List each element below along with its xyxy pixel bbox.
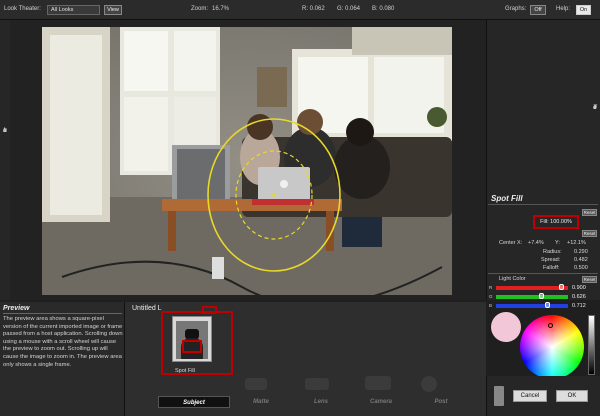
top-toolbar: Look Theater: All Looks View Zoom: 16.7%…	[0, 0, 600, 20]
spot-icon-highlight	[182, 340, 202, 353]
help-toggle[interactable]: On	[576, 5, 591, 15]
fill-value[interactable]: Fill: 100.00%	[533, 215, 579, 229]
image-viewer[interactable]	[10, 20, 486, 300]
center-y-value[interactable]: +12.1%	[567, 240, 586, 246]
graphs-label: Graphs:	[505, 6, 527, 12]
post-icon	[421, 376, 437, 392]
color-reset-button[interactable]: Reset	[582, 276, 597, 283]
light-color-swatch[interactable]	[491, 312, 521, 342]
spread-value[interactable]: 0.482	[574, 257, 588, 263]
tab-subject[interactable]: Subject	[158, 396, 230, 408]
tab-camera[interactable]: Camera	[352, 396, 410, 408]
center-x-value[interactable]: +7.4%	[528, 240, 544, 246]
slider-value-r[interactable]: 0.900	[572, 285, 586, 291]
zoom-value: 16.7%	[212, 6, 230, 12]
slider-row-b: B 0.712	[488, 302, 598, 309]
camera-icon	[365, 376, 391, 390]
slider-track-g[interactable]	[496, 295, 568, 299]
spot-fill-tool-card[interactable]	[172, 316, 212, 362]
tab-post[interactable]: Post	[412, 396, 470, 408]
spot-center-handle	[272, 193, 276, 197]
slider-track-b[interactable]	[496, 304, 568, 308]
looks-side-tab[interactable]: L o o k s	[0, 20, 10, 300]
divider	[488, 204, 598, 205]
help-text: The preview area shows a square-pixel ve…	[3, 316, 123, 368]
r-readout: R: 0.062	[302, 6, 325, 12]
slider-knob-r[interactable]	[558, 284, 564, 290]
slider-row-r: R 0.900	[488, 284, 598, 291]
color-wheel-handle[interactable]	[548, 323, 553, 328]
spread-label: Spread:	[541, 257, 561, 263]
slider-knob-b[interactable]	[545, 302, 551, 308]
tab-matte[interactable]: Matte	[232, 396, 290, 408]
slider-value-g[interactable]: 0.626	[572, 294, 586, 300]
trash-icon[interactable]	[494, 386, 504, 406]
view-button[interactable]: View	[104, 5, 122, 15]
center-y-label: Y:	[555, 240, 560, 246]
radius-label: Radius:	[543, 249, 562, 255]
zoom-label: Zoom:	[191, 6, 209, 12]
tools-letter: s	[593, 105, 597, 111]
slider-channel-letter: G	[489, 294, 493, 299]
falloff-value[interactable]: 0.500	[574, 265, 588, 271]
preview-photo[interactable]	[42, 27, 452, 295]
matte-icon	[245, 378, 267, 390]
divider	[488, 273, 598, 274]
slider-channel-letter: B	[489, 303, 493, 308]
light-color-label: Light Color	[499, 276, 526, 282]
tab-lens[interactable]: Lens	[292, 396, 350, 408]
slider-row-g: G 0.626	[488, 293, 598, 300]
look-theater-select[interactable]: All Looks	[47, 5, 100, 15]
help-panel: Preview The preview area shows a square-…	[0, 302, 125, 416]
divider	[3, 313, 122, 314]
g-readout: G: 0.064	[337, 6, 361, 12]
slider-knob-g[interactable]	[539, 293, 545, 299]
lens-icon	[305, 378, 329, 390]
falloff-label: Falloff:	[543, 265, 560, 271]
slider-track-r[interactable]	[496, 286, 568, 290]
tool-card-caption: Spot Fill	[175, 368, 195, 374]
looks-letter: s	[3, 128, 7, 134]
help-title: Preview	[3, 305, 30, 312]
geometry-reset-button[interactable]: Reset	[582, 230, 597, 237]
center-x-label: Center X:	[499, 240, 523, 246]
brightness-slider[interactable]	[588, 315, 595, 375]
graphs-toggle[interactable]: Off	[530, 5, 546, 15]
look-name[interactable]: Untitled L	[132, 305, 162, 312]
look-theater-label: Look Theater:	[4, 6, 41, 12]
fill-reset-button[interactable]: Reset	[582, 209, 597, 216]
b-readout: B: 0.080	[372, 6, 395, 12]
tool-title: Spot Fill	[491, 194, 523, 203]
color-wheel[interactable]	[520, 315, 584, 379]
photo-scene	[42, 27, 452, 295]
ok-button[interactable]: OK	[556, 390, 588, 402]
slider-value-b[interactable]: 0.712	[572, 303, 586, 309]
cancel-button[interactable]: Cancel	[513, 390, 547, 402]
slider-channel-letter: R	[489, 285, 493, 290]
help-label: Help:	[556, 6, 571, 12]
radius-value[interactable]: 0.290	[574, 249, 588, 255]
